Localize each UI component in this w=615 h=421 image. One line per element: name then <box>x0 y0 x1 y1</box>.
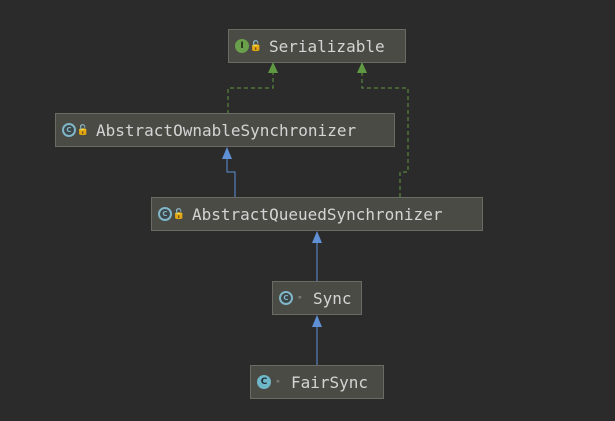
node-label: AbstractQueuedSynchronizer <box>192 204 443 224</box>
arrowhead-extends-sync <box>312 315 322 327</box>
node-abstract-ownable-synchronizer[interactable]: C 🔓 AbstractOwnableSynchronizer <box>55 113 395 147</box>
node-label: AbstractOwnableSynchronizer <box>96 120 357 140</box>
arrowhead-implements-serializable-right <box>357 62 367 73</box>
edge-aqs-extends-aos <box>226 158 236 197</box>
arrowhead-extends-aqs <box>312 231 322 243</box>
abstract-class-icon: C <box>279 291 293 305</box>
node-label: Serializable <box>269 36 385 56</box>
node-abstract-queued-synchronizer[interactable]: C 🔓 AbstractQueuedSynchronizer <box>151 197 483 231</box>
class-icon: C <box>257 375 271 389</box>
node-serializable[interactable]: I 🔓 Serializable <box>228 29 406 63</box>
class-hierarchy-diagram: I 🔓 Serializable C 🔓 AbstractOwnableSync… <box>0 0 615 421</box>
package-private-icon: ∘ <box>275 377 281 387</box>
public-lock-icon: 🔓 <box>76 124 90 136</box>
node-label: FairSync <box>291 372 369 392</box>
arrowhead-extends-aos <box>222 147 232 159</box>
public-lock-icon: 🔓 <box>249 40 263 52</box>
node-sync[interactable]: C ∘ Sync <box>272 281 362 315</box>
public-lock-icon: 🔓 <box>172 208 186 220</box>
node-fairsync[interactable]: C ∘ FairSync <box>250 365 384 399</box>
edge-aos-implements-serializable <box>227 72 274 114</box>
node-label: Sync <box>313 288 352 308</box>
package-private-icon: ∘ <box>297 293 303 303</box>
arrowhead-implements-serializable-left <box>268 62 278 73</box>
abstract-class-icon: C <box>62 123 76 137</box>
interface-icon: I <box>235 39 249 53</box>
abstract-class-icon: C <box>158 207 172 221</box>
